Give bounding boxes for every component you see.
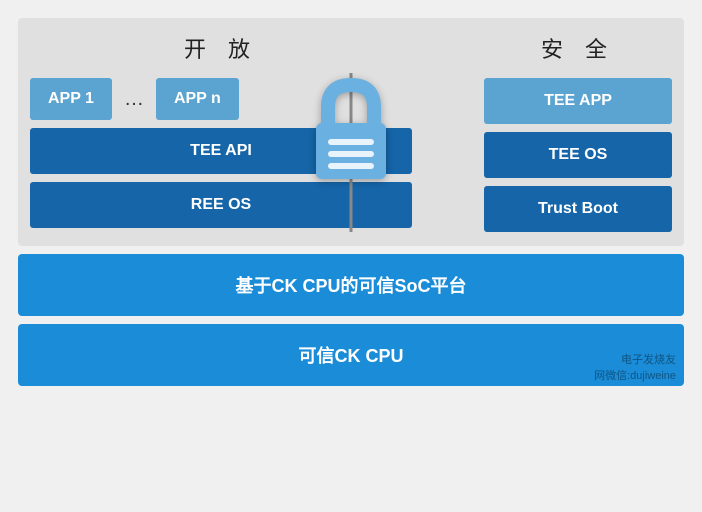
app-dots: … (120, 88, 148, 111)
left-panel-title: 开 放 (30, 32, 412, 64)
soc-platform-bar: 基于CK CPU的可信SoC平台 (18, 254, 684, 316)
watermark-line2: 网微信:dujiweine (594, 370, 676, 382)
top-section: 开 放 APP 1 … APP n TEE API REE OS (18, 18, 684, 246)
tee-app-bar: TEE APP (484, 78, 672, 124)
watermark-line1: 电子发烧友 (621, 354, 676, 366)
trust-boot-bar: Trust Boot (484, 186, 672, 232)
diagram-container: 开 放 APP 1 … APP n TEE API REE OS (18, 18, 684, 386)
lock-overlay (306, 77, 396, 187)
ree-os-bar: REE OS (30, 182, 412, 228)
cpu-bar: 可信CK CPU (18, 324, 684, 386)
app1-box: APP 1 (30, 78, 112, 120)
appn-box: APP n (156, 78, 239, 120)
watermark: 电子发烧友 网微信:dujiweine (594, 353, 676, 384)
tee-os-bar: TEE OS (484, 132, 672, 178)
right-panel-title: 安 全 (484, 32, 672, 64)
cpu-section: 可信CK CPU 电子发烧友 网微信:dujiweine (18, 324, 684, 386)
lock-icon (306, 77, 396, 187)
right-panel: 安 全 TEE APP TEE OS Trust Boot (472, 32, 672, 232)
left-panel: 开 放 APP 1 … APP n TEE API REE OS (30, 32, 472, 232)
